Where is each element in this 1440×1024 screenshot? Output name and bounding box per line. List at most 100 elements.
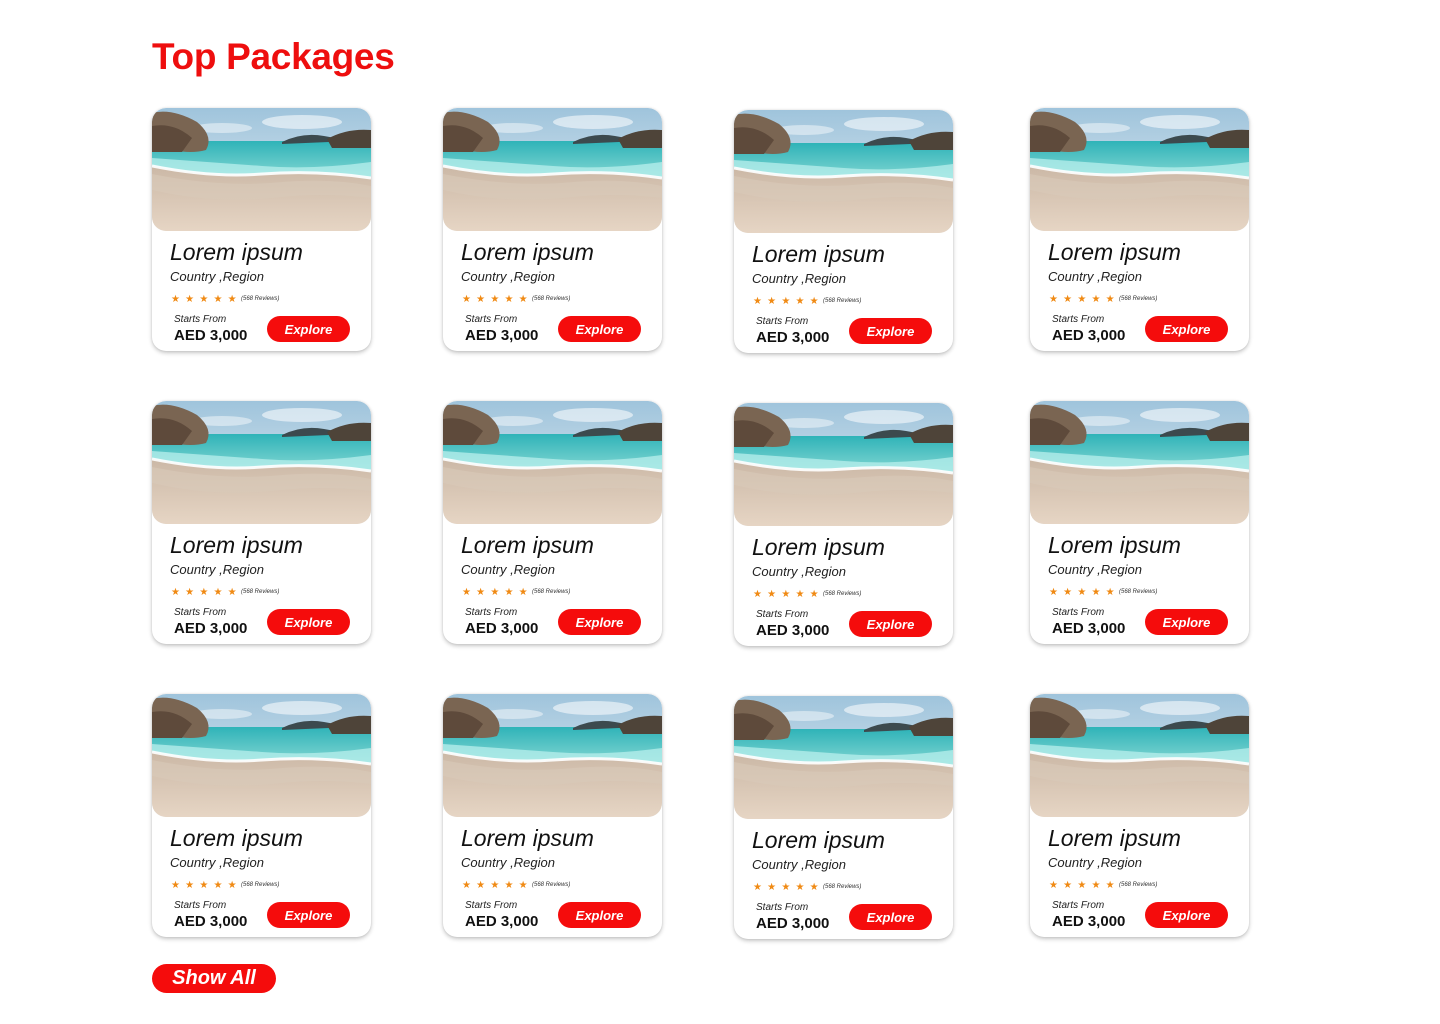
package-title: Lorem ipsum	[752, 241, 885, 267]
package-image	[734, 110, 953, 233]
rating-stars-icon: ★★★★★	[171, 880, 242, 891]
rating-stars-icon: ★★★★★	[171, 587, 242, 598]
package-title: Lorem ipsum	[1048, 239, 1181, 265]
package-location: Country ,Region	[170, 562, 264, 577]
package-image	[1030, 694, 1249, 817]
rating-stars-icon: ★★★★★	[753, 882, 824, 893]
rating-stars-icon: ★★★★★	[753, 296, 824, 307]
package-card[interactable]: Lorem ipsum Country ,Region ★★★★★ (568 R…	[734, 110, 953, 353]
package-price: AED 3,000	[1052, 327, 1126, 344]
package-card[interactable]: Lorem ipsum Country ,Region ★★★★★ (568 R…	[1030, 694, 1249, 937]
explore-button[interactable]: Explore	[558, 902, 641, 928]
package-image	[734, 403, 953, 526]
rating-stars-icon: ★★★★★	[462, 294, 533, 305]
review-count: (568 Reviews)	[1119, 589, 1158, 595]
starts-from-label: Starts From	[465, 607, 518, 618]
starts-from-label: Starts From	[756, 316, 809, 327]
starts-from-label: Starts From	[1052, 900, 1105, 911]
package-image	[443, 401, 662, 524]
explore-button[interactable]: Explore	[849, 904, 932, 930]
review-count: (568 Reviews)	[1119, 882, 1158, 888]
explore-button[interactable]: Explore	[558, 609, 641, 635]
package-title: Lorem ipsum	[461, 239, 594, 265]
review-count: (568 Reviews)	[823, 591, 862, 597]
package-location: Country ,Region	[752, 271, 846, 286]
show-all-button[interactable]: Show All	[152, 964, 276, 993]
review-count: (568 Reviews)	[532, 296, 571, 302]
package-card[interactable]: Lorem ipsum Country ,Region ★★★★★ (568 R…	[1030, 108, 1249, 351]
review-count: (568 Reviews)	[532, 882, 571, 888]
rating-stars-icon: ★★★★★	[1049, 294, 1120, 305]
rating-stars-icon: ★★★★★	[171, 294, 242, 305]
explore-button[interactable]: Explore	[267, 316, 350, 342]
explore-button[interactable]: Explore	[1145, 609, 1228, 635]
package-card[interactable]: Lorem ipsum Country ,Region ★★★★★ (568 R…	[734, 403, 953, 646]
explore-button[interactable]: Explore	[267, 609, 350, 635]
package-title: Lorem ipsum	[170, 825, 303, 851]
package-image	[152, 401, 371, 524]
package-card[interactable]: Lorem ipsum Country ,Region ★★★★★ (568 R…	[443, 401, 662, 644]
package-price: AED 3,000	[756, 915, 830, 932]
starts-from-label: Starts From	[465, 314, 518, 325]
package-card[interactable]: Lorem ipsum Country ,Region ★★★★★ (568 R…	[443, 108, 662, 351]
review-count: (568 Reviews)	[823, 884, 862, 890]
package-price: AED 3,000	[756, 329, 830, 346]
package-card[interactable]: Lorem ipsum Country ,Region ★★★★★ (568 R…	[443, 694, 662, 937]
review-count: (568 Reviews)	[823, 298, 862, 304]
package-location: Country ,Region	[1048, 562, 1142, 577]
package-card[interactable]: Lorem ipsum Country ,Region ★★★★★ (568 R…	[152, 694, 371, 937]
package-location: Country ,Region	[752, 857, 846, 872]
starts-from-label: Starts From	[174, 900, 227, 911]
rating-stars-icon: ★★★★★	[1049, 587, 1120, 598]
package-price: AED 3,000	[465, 913, 539, 930]
review-count: (568 Reviews)	[241, 882, 280, 888]
package-image	[152, 694, 371, 817]
package-title: Lorem ipsum	[752, 827, 885, 853]
package-image	[443, 108, 662, 231]
explore-button[interactable]: Explore	[267, 902, 350, 928]
rating-stars-icon: ★★★★★	[462, 587, 533, 598]
package-price: AED 3,000	[1052, 620, 1126, 637]
package-location: Country ,Region	[1048, 269, 1142, 284]
review-count: (568 Reviews)	[1119, 296, 1158, 302]
explore-button[interactable]: Explore	[1145, 902, 1228, 928]
starts-from-label: Starts From	[756, 902, 809, 913]
package-title: Lorem ipsum	[170, 532, 303, 558]
package-price: AED 3,000	[465, 327, 539, 344]
rating-stars-icon: ★★★★★	[462, 880, 533, 891]
package-price: AED 3,000	[1052, 913, 1126, 930]
package-price: AED 3,000	[756, 622, 830, 639]
explore-button[interactable]: Explore	[849, 318, 932, 344]
package-location: Country ,Region	[170, 269, 264, 284]
package-price: AED 3,000	[174, 913, 248, 930]
package-price: AED 3,000	[174, 327, 248, 344]
starts-from-label: Starts From	[174, 607, 227, 618]
package-image	[1030, 401, 1249, 524]
review-count: (568 Reviews)	[241, 589, 280, 595]
rating-stars-icon: ★★★★★	[753, 589, 824, 600]
package-price: AED 3,000	[174, 620, 248, 637]
package-image	[152, 108, 371, 231]
package-image	[443, 694, 662, 817]
package-card[interactable]: Lorem ipsum Country ,Region ★★★★★ (568 R…	[734, 696, 953, 939]
starts-from-label: Starts From	[174, 314, 227, 325]
package-location: Country ,Region	[461, 855, 555, 870]
rating-stars-icon: ★★★★★	[1049, 880, 1120, 891]
package-card[interactable]: Lorem ipsum Country ,Region ★★★★★ (568 R…	[1030, 401, 1249, 644]
explore-button[interactable]: Explore	[1145, 316, 1228, 342]
package-image	[734, 696, 953, 819]
package-location: Country ,Region	[170, 855, 264, 870]
explore-button[interactable]: Explore	[558, 316, 641, 342]
package-card[interactable]: Lorem ipsum Country ,Region ★★★★★ (568 R…	[152, 108, 371, 351]
starts-from-label: Starts From	[1052, 314, 1105, 325]
package-title: Lorem ipsum	[461, 532, 594, 558]
section-title: Top Packages	[152, 36, 395, 77]
starts-from-label: Starts From	[465, 900, 518, 911]
package-title: Lorem ipsum	[752, 534, 885, 560]
package-card[interactable]: Lorem ipsum Country ,Region ★★★★★ (568 R…	[152, 401, 371, 644]
package-location: Country ,Region	[752, 564, 846, 579]
explore-button[interactable]: Explore	[849, 611, 932, 637]
package-title: Lorem ipsum	[1048, 825, 1181, 851]
package-location: Country ,Region	[461, 269, 555, 284]
package-image	[1030, 108, 1249, 231]
